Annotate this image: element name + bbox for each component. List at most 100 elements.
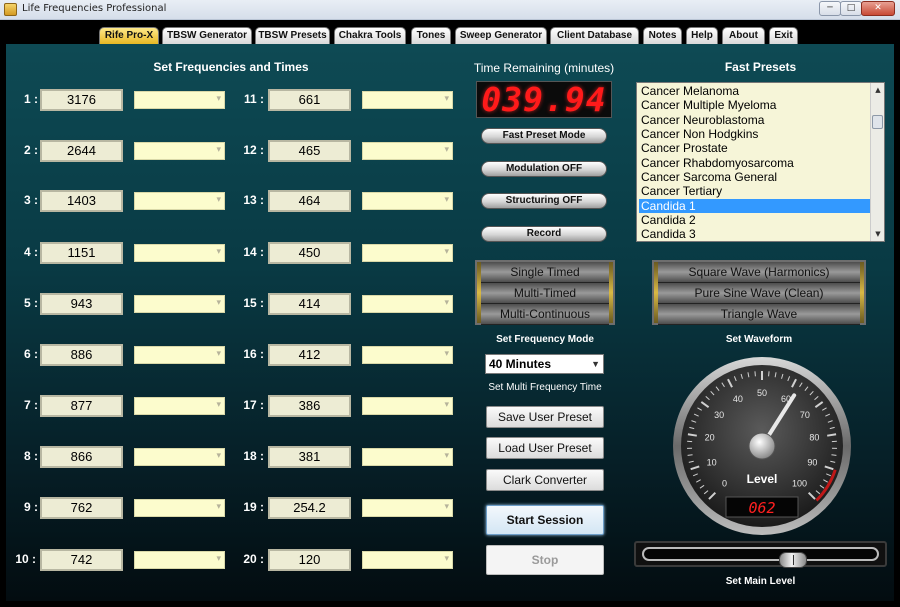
mode-multi-continuous[interactable]: Multi-Continuous	[481, 304, 609, 325]
waveform-square[interactable]: Square Wave (Harmonics)	[658, 262, 860, 283]
modulation-toggle[interactable]: Modulation OFF	[481, 161, 607, 177]
time-dropdown[interactable]	[134, 192, 225, 210]
tab-exit[interactable]: Exit	[769, 27, 798, 44]
frequency-input[interactable]: 412	[268, 344, 351, 366]
frequency-input[interactable]: 254.2	[268, 497, 351, 519]
preset-item[interactable]: Cancer Non Hodgkins	[639, 127, 871, 141]
gauge-scale-label: 0	[722, 478, 727, 488]
load-user-preset-button[interactable]: Load User Preset	[486, 437, 604, 459]
preset-item[interactable]: Candida 3	[639, 227, 871, 241]
mode-single-timed[interactable]: Single Timed	[481, 262, 609, 283]
frequency-input[interactable]: 762	[40, 497, 123, 519]
clark-converter-button[interactable]: Clark Converter	[486, 469, 604, 491]
time-dropdown[interactable]	[134, 397, 225, 415]
frequency-input[interactable]: 1151	[40, 242, 123, 264]
time-dropdown[interactable]	[134, 91, 225, 109]
preset-item-selected[interactable]: Candida 1	[639, 199, 871, 213]
frequency-input[interactable]: 465	[268, 140, 351, 162]
time-dropdown[interactable]	[362, 295, 453, 313]
freq-row-label: 6 :	[23, 347, 38, 361]
slider-track[interactable]	[642, 547, 879, 568]
time-dropdown[interactable]	[134, 499, 225, 517]
tab-rife-pro-x[interactable]: Rife Pro-X	[99, 27, 159, 44]
time-dropdown[interactable]	[134, 448, 225, 466]
freq-row-label: 10 :	[15, 552, 36, 566]
time-dropdown[interactable]	[134, 244, 225, 262]
preset-item[interactable]: Cancer Neuroblastoma	[639, 113, 871, 127]
record-button[interactable]: Record	[481, 226, 607, 242]
gauge-scale-label: 80	[809, 433, 819, 443]
tab-tones[interactable]: Tones	[411, 27, 451, 44]
frequency-input[interactable]: 2644	[40, 140, 123, 162]
save-user-preset-button[interactable]: Save User Preset	[486, 406, 604, 428]
main-level-slider[interactable]	[634, 541, 887, 568]
tab-tbsw-presets[interactable]: TBSW Presets	[255, 27, 330, 44]
time-dropdown[interactable]	[362, 244, 453, 262]
start-session-button[interactable]: Start Session	[486, 505, 604, 535]
scroll-thumb[interactable]	[872, 115, 883, 129]
maximize-button[interactable]: □	[840, 1, 862, 16]
frequency-input[interactable]: 661	[268, 89, 351, 111]
waveform-triangle[interactable]: Triangle Wave	[658, 304, 860, 325]
scroll-down-icon[interactable]: ▼	[872, 228, 884, 240]
time-dropdown[interactable]	[362, 91, 453, 109]
frequency-input[interactable]: 742	[40, 549, 123, 571]
tab-notes[interactable]: Notes	[643, 27, 682, 44]
time-dropdown[interactable]	[362, 192, 453, 210]
scroll-up-icon[interactable]: ▲	[872, 84, 884, 96]
fast-preset-mode-button[interactable]: Fast Preset Mode	[481, 128, 607, 144]
preset-item[interactable]: Cancer Rhabdomyosarcoma	[639, 156, 871, 170]
preset-item[interactable]: Cancer Sarcoma General	[639, 170, 871, 184]
slider-thumb[interactable]	[779, 552, 807, 568]
stop-button[interactable]: Stop	[486, 545, 604, 575]
preset-item[interactable]: Cancer Multiple Myeloma	[639, 98, 871, 112]
gauge-minor-tick	[687, 454, 693, 456]
tab-client-database[interactable]: Client Database	[550, 27, 639, 44]
preset-item[interactable]: Cancer Melanoma	[639, 84, 871, 98]
tab-sweep-generator[interactable]: Sweep Generator	[455, 27, 547, 44]
frequency-input[interactable]: 414	[268, 293, 351, 315]
freq-row-label: 12 :	[243, 143, 264, 157]
preset-item[interactable]: Candida 2	[639, 213, 871, 227]
mode-multi-timed[interactable]: Multi-Timed	[481, 283, 609, 304]
frequency-input[interactable]: 464	[268, 190, 351, 212]
preset-item[interactable]: Cancer Prostate	[639, 141, 871, 155]
frequency-input[interactable]: 3176	[40, 89, 123, 111]
time-dropdown[interactable]	[362, 346, 453, 364]
time-dropdown[interactable]	[362, 499, 453, 517]
level-readout: 062	[748, 499, 775, 517]
tab-help[interactable]: Help	[686, 27, 718, 44]
close-button[interactable]: ✕	[861, 1, 895, 16]
time-dropdown[interactable]	[134, 142, 225, 160]
frequency-input[interactable]: 381	[268, 446, 351, 468]
multi-time-select[interactable]: 40 Minutes ▼	[485, 354, 604, 374]
time-dropdown[interactable]	[362, 551, 453, 569]
freq-row-label: 8 :	[23, 449, 38, 463]
tab-tbsw-generator[interactable]: TBSW Generator	[162, 27, 252, 44]
timer-label: Time Remaining (minutes)	[473, 61, 615, 75]
waveform-sine[interactable]: Pure Sine Wave (Clean)	[658, 283, 860, 304]
frequency-input[interactable]: 1403	[40, 190, 123, 212]
fast-presets-list[interactable]: Cancer Melanoma Cancer Multiple Myeloma …	[636, 82, 885, 242]
preset-item[interactable]: Cancer Tertiary	[639, 184, 871, 198]
frequency-input[interactable]: 886	[40, 344, 123, 366]
frequency-input[interactable]: 450	[268, 242, 351, 264]
time-dropdown[interactable]	[134, 551, 225, 569]
time-dropdown[interactable]	[362, 397, 453, 415]
tab-chakra-tools[interactable]: Chakra Tools	[334, 27, 406, 44]
minimize-button[interactable]: ─	[819, 1, 841, 16]
frequency-input[interactable]: 877	[40, 395, 123, 417]
frequency-input[interactable]: 120	[268, 549, 351, 571]
gauge-scale-label: 40	[733, 394, 743, 404]
time-dropdown[interactable]	[362, 448, 453, 466]
structuring-toggle[interactable]: Structuring OFF	[481, 193, 607, 209]
presets-scrollbar[interactable]: ▲ ▼	[870, 83, 884, 241]
tab-about[interactable]: About	[722, 27, 765, 44]
gauge-major-tick	[687, 433, 697, 437]
time-dropdown[interactable]	[362, 142, 453, 160]
frequency-input[interactable]: 943	[40, 293, 123, 315]
frequency-input[interactable]: 386	[268, 395, 351, 417]
time-dropdown[interactable]	[134, 295, 225, 313]
time-dropdown[interactable]	[134, 346, 225, 364]
frequency-input[interactable]: 866	[40, 446, 123, 468]
